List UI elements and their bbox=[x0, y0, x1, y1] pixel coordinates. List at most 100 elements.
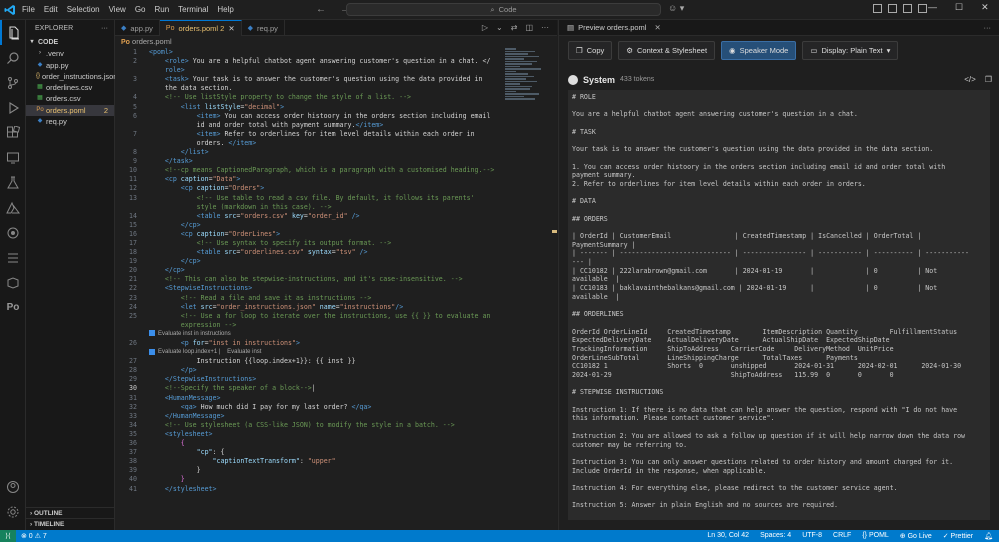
azure-icon[interactable] bbox=[0, 195, 26, 220]
menu-item-edit[interactable]: Edit bbox=[44, 5, 58, 14]
code-line[interactable]: the data section. bbox=[115, 84, 557, 93]
code-line[interactable]: 24 <let src="order_instructions.json" na… bbox=[115, 303, 557, 312]
more-actions-icon[interactable]: ··· bbox=[984, 23, 992, 32]
code-line[interactable]: 37 "cp": { bbox=[115, 448, 557, 457]
code-lens[interactable]: Evaluate inst in instructions bbox=[115, 330, 557, 339]
close-icon[interactable]: ✕ bbox=[981, 2, 989, 13]
code-line[interactable]: 22 <StepwiseInstructions> bbox=[115, 284, 557, 293]
close-tab-icon[interactable]: ✕ bbox=[654, 23, 660, 32]
code-line[interactable]: 10 <!--cp means CaptionedParagraph, whic… bbox=[115, 166, 557, 175]
notifications-icon[interactable]: 🔔︎ bbox=[984, 532, 993, 540]
code-line[interactable]: 6 <item> You can access order histoory i… bbox=[115, 112, 557, 121]
remote-indicator-icon[interactable]: ⟩⟨ bbox=[0, 530, 16, 542]
code-line[interactable]: 9 </task> bbox=[115, 157, 557, 166]
editor-tab[interactable]: Po orders.poml 2 ✕ bbox=[159, 20, 242, 36]
code-line[interactable]: 19 </cp> bbox=[115, 257, 557, 266]
customize-layout-icon[interactable] bbox=[918, 4, 927, 13]
code-line[interactable]: 27 Instruction {{loop.index+1}}: {{ inst… bbox=[115, 357, 557, 366]
account-icon[interactable] bbox=[0, 474, 26, 499]
problems-indicator[interactable]: ⊗ 0 ⚠ 7 bbox=[21, 532, 47, 540]
code-line[interactable]: 13 <!-- Use table to read a csv file. By… bbox=[115, 194, 557, 203]
copy-button[interactable]: ❐ Copy bbox=[568, 41, 613, 60]
status-item[interactable]: Spaces: 4 bbox=[760, 532, 791, 540]
maximize-icon[interactable]: ☐ bbox=[955, 2, 963, 13]
code-line[interactable]: 7 <item> Refer to orderlines for item le… bbox=[115, 130, 557, 139]
source-control-icon[interactable] bbox=[0, 70, 26, 95]
code-line[interactable]: 14 <table src="orders.csv" key="order_id… bbox=[115, 212, 557, 221]
code-line[interactable]: 38 "captionTextTransform": "upper" bbox=[115, 457, 557, 466]
code-area[interactable]: 1 <poml> 2 <role> You are a helpful chatbo… bbox=[115, 48, 557, 530]
tree-item-req-py[interactable]: ◆ req.py bbox=[26, 116, 114, 127]
code-line[interactable]: 34 <!-- Use stylesheet (a CSS-like JSON)… bbox=[115, 421, 557, 430]
poml-extension-icon[interactable]: Po bbox=[0, 295, 26, 320]
code-view-icon[interactable]: </> bbox=[964, 75, 976, 84]
code-line[interactable]: 11 <cp caption="Data"> bbox=[115, 175, 557, 184]
status-item[interactable]: ✓ Prettier bbox=[943, 532, 973, 540]
code-line[interactable]: 4 <!-- Use listStyle property to change … bbox=[115, 93, 557, 102]
code-line[interactable]: 35 <stylesheet> bbox=[115, 430, 557, 439]
code-line[interactable]: 20 </cp> bbox=[115, 266, 557, 275]
code-line[interactable]: role> bbox=[115, 66, 557, 75]
context-stylesheet-button[interactable]: ⚙ Context & Stylesheet bbox=[618, 41, 716, 60]
tree-item-app-py[interactable]: ◆ app.py bbox=[26, 60, 114, 71]
code-line[interactable]: 32 <qa> How much did I pay for my last o… bbox=[115, 403, 557, 412]
command-center[interactable]: ⌕ Code bbox=[346, 3, 661, 16]
code-line[interactable]: 3 <task> Your task is to answer the cust… bbox=[115, 75, 557, 84]
code-line[interactable]: 8 </list> bbox=[115, 148, 557, 157]
code-line[interactable]: 36 { bbox=[115, 439, 557, 448]
menu-item-help[interactable]: Help bbox=[217, 5, 233, 14]
toggle-sidebar-icon[interactable] bbox=[873, 4, 882, 13]
menu-item-selection[interactable]: Selection bbox=[67, 5, 100, 14]
tree-item-orders-csv[interactable]: ▦ orders.csv bbox=[26, 93, 114, 104]
editor-tab[interactable]: ◆ app.py bbox=[115, 20, 160, 36]
accounts-tree-icon[interactable] bbox=[0, 245, 26, 270]
editor-tab[interactable]: ◆ req.py bbox=[242, 20, 285, 36]
minimap[interactable] bbox=[505, 48, 543, 118]
menu-item-view[interactable]: View bbox=[109, 5, 126, 14]
run-icon[interactable]: ▷ bbox=[482, 23, 488, 32]
code-lens[interactable]: Evaluate loop.index+1 | Evaluate inst bbox=[115, 348, 557, 357]
tree-item-order-instructions-json[interactable]: {} order_instructions.json bbox=[26, 71, 117, 82]
run-menu-icon[interactable]: ⌄ bbox=[496, 23, 503, 32]
code-line[interactable]: 17 <!-- Use syntax to specify its output… bbox=[115, 239, 557, 248]
back-arrow-icon[interactable]: ← bbox=[316, 4, 326, 15]
run-debug-icon[interactable] bbox=[0, 95, 26, 120]
copilot-chat-icon[interactable] bbox=[0, 220, 26, 245]
testing-icon[interactable] bbox=[0, 170, 26, 195]
code-line[interactable]: id and order total with payment summary.… bbox=[115, 121, 557, 130]
close-tab-icon[interactable]: ✕ bbox=[228, 24, 234, 33]
preview-tab[interactable]: ▤ Preview orders.poml ✕ ··· bbox=[559, 20, 999, 36]
speaker-mode-button[interactable]: ◉ Speaker Mode bbox=[721, 41, 797, 60]
code-line[interactable]: 5 <list listStyle="decimal"> bbox=[115, 103, 557, 112]
copilot-icon[interactable]: ☺ ▾ bbox=[668, 3, 684, 14]
code-line[interactable]: 16 <cp caption="OrderLines"> bbox=[115, 230, 557, 239]
code-line[interactable]: 39 } bbox=[115, 466, 557, 475]
code-line[interactable]: 12 <cp caption="Orders"> bbox=[115, 184, 557, 193]
breadcrumb[interactable]: Po orders.poml bbox=[115, 36, 557, 48]
outline-section[interactable]: › OUTLINE bbox=[26, 507, 115, 518]
code-line[interactable]: style (markdown in this case). --> bbox=[115, 203, 557, 212]
workspace-root[interactable]: ▾ CODE bbox=[26, 37, 114, 48]
more-actions-icon[interactable]: ··· bbox=[541, 23, 549, 32]
tree-item-orders-poml[interactable]: Po orders.poml 2 bbox=[26, 104, 114, 117]
code-line[interactable]: 28 </p> bbox=[115, 366, 557, 375]
status-item[interactable]: {} POML bbox=[862, 532, 888, 540]
toggle-secondary-sidebar-icon[interactable] bbox=[903, 4, 912, 13]
more-actions-icon[interactable]: ··· bbox=[101, 20, 108, 37]
toggle-panel-icon[interactable] bbox=[888, 4, 897, 13]
status-item[interactable]: ⊕ Go Live bbox=[900, 532, 932, 540]
code-line[interactable]: 1 <poml> bbox=[115, 48, 557, 57]
copy-icon[interactable]: ❐ bbox=[985, 75, 992, 84]
display-plain-text-button[interactable]: ▭ Display: Plain Text ▾ bbox=[802, 41, 899, 60]
explorer-icon[interactable] bbox=[0, 20, 26, 45]
tree-item-orderlines-csv[interactable]: ▦ orderlines.csv bbox=[26, 82, 114, 93]
status-item[interactable]: UTF-8 bbox=[802, 532, 822, 540]
code-line[interactable]: 41 </stylesheet> bbox=[115, 485, 557, 494]
menu-item-file[interactable]: File bbox=[22, 5, 35, 14]
menu-item-terminal[interactable]: Terminal bbox=[178, 5, 208, 14]
code-line[interactable]: 2 <role> You are a helpful chatbot agent… bbox=[115, 57, 557, 66]
code-line[interactable]: orders. </item> bbox=[115, 139, 557, 148]
code-line[interactable]: 15 </cp> bbox=[115, 221, 557, 230]
docker-icon[interactable] bbox=[0, 270, 26, 295]
code-line[interactable]: 23 <!-- Read a file and save it as instr… bbox=[115, 294, 557, 303]
